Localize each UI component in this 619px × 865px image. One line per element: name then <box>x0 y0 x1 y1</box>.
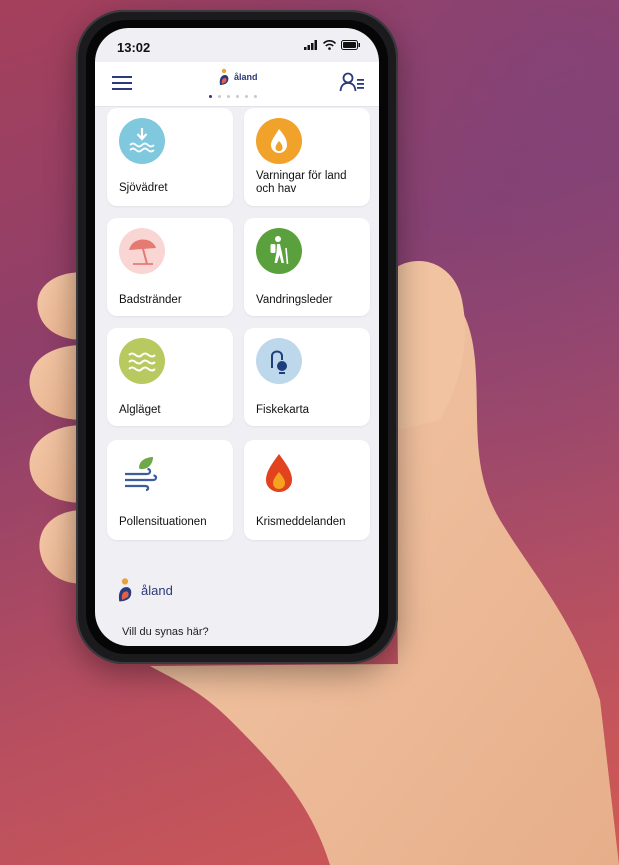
page-dot <box>254 95 257 98</box>
battery-icon <box>341 40 360 50</box>
fishing-hook-icon <box>256 338 302 384</box>
status-bar: 13:02 <box>95 28 379 62</box>
pollen-wind-icon <box>125 457 158 492</box>
aland-logo-icon <box>118 578 132 602</box>
tile-label: Algläget <box>119 404 161 416</box>
page-indicator <box>209 95 257 98</box>
app-header: åland <box>95 62 379 107</box>
page-dot <box>209 95 212 98</box>
tile-label: Pollensituationen <box>119 516 207 528</box>
footer-brand: åland <box>115 576 173 604</box>
tile-label: Vandringsleder <box>256 294 333 306</box>
status-time: 13:02 <box>117 40 151 55</box>
page-dot <box>236 95 239 98</box>
signal-icon <box>304 40 317 50</box>
page-dot <box>245 95 248 98</box>
warning-flame-icon <box>256 118 302 164</box>
beach-umbrella-icon <box>119 228 165 274</box>
menu-icon[interactable] <box>111 74 133 92</box>
tile-fiskekarta[interactable]: Fiskekarta <box>244 328 370 426</box>
tile-krismeddelanden[interactable]: Krismeddelanden <box>244 440 370 540</box>
brand-logo: åland <box>217 68 258 86</box>
sea-weather-icon <box>119 118 165 164</box>
footer-brand-name: åland <box>141 582 173 598</box>
tile-pollensituationen[interactable]: Pollensituationen <box>107 440 233 540</box>
page-dot <box>227 95 230 98</box>
tile-badstrander[interactable]: Badstränder <box>107 218 233 316</box>
hiker-icon <box>256 228 302 274</box>
phone-screen: 13:02 åland Sjövädret Varningar för land… <box>95 28 379 646</box>
tile-algläget[interactable]: Algläget <box>107 328 233 426</box>
advertise-link[interactable]: Vill du synas här? <box>122 626 209 638</box>
tile-label: Fiskekarta <box>256 404 310 416</box>
tile-vandringsleder[interactable]: Vandringsleder <box>244 218 370 316</box>
status-icons <box>304 40 361 50</box>
brand-name: åland <box>234 72 258 82</box>
tile-sjovadret[interactable]: Sjövädret <box>107 108 233 206</box>
tile-label: Krismeddelanden <box>256 516 346 528</box>
tile-label: Badstränder <box>119 294 182 306</box>
page-dot <box>218 95 221 98</box>
wifi-icon <box>323 40 336 50</box>
tile-label: Sjövädret <box>119 182 168 194</box>
crisis-drop-icon <box>266 454 292 492</box>
aland-logo-icon <box>219 68 229 85</box>
algae-waves-icon <box>119 338 165 384</box>
tile-varningar[interactable]: Varningar för land och hav <box>244 108 370 206</box>
profile-list-icon[interactable] <box>339 70 365 94</box>
tile-label: Varningar för land och hav <box>256 170 347 195</box>
